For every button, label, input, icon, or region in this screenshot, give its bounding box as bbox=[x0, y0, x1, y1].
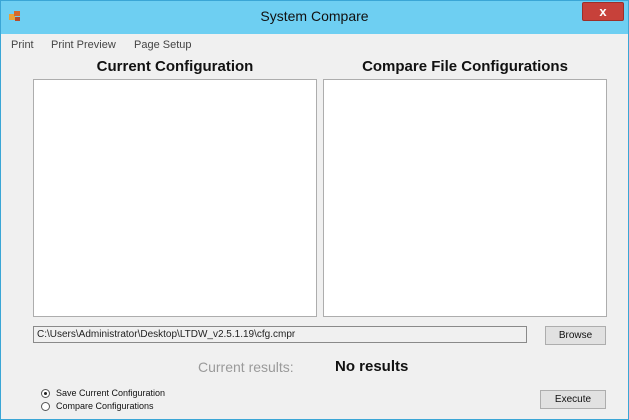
save-current-configuration-label: Save Current Configuration bbox=[56, 388, 166, 398]
close-button[interactable]: x bbox=[582, 2, 624, 21]
execute-button[interactable]: Execute bbox=[540, 390, 606, 409]
current-configuration-panel[interactable] bbox=[33, 79, 317, 317]
menu-item-print-preview[interactable]: Print Preview bbox=[51, 39, 116, 51]
menu-item-page-setup[interactable]: Page Setup bbox=[134, 39, 192, 51]
title-bar[interactable]: System Compare x bbox=[1, 1, 628, 34]
compare-configurations-label: Compare Configurations bbox=[56, 401, 154, 411]
current-configuration-title: Current Configuration bbox=[96, 58, 254, 75]
window-title: System Compare bbox=[260, 8, 369, 24]
file-path-field[interactable]: C:\Users\Administrator\Desktop\LTDW_v2.5… bbox=[33, 326, 527, 343]
compare-configurations-radio[interactable] bbox=[41, 402, 50, 411]
menu-bar: Print Print Preview Page Setup bbox=[1, 35, 628, 55]
save-current-configuration-radio[interactable] bbox=[41, 389, 50, 398]
compare-file-configurations-panel[interactable] bbox=[323, 79, 607, 317]
current-results-label: Current results: bbox=[198, 359, 294, 375]
close-icon: x bbox=[599, 4, 607, 19]
menu-item-print[interactable]: Print bbox=[11, 39, 34, 51]
browse-button[interactable]: Browse bbox=[545, 326, 606, 345]
compare-file-configurations-title: Compare File Configurations bbox=[362, 58, 568, 75]
system-compare-window: System Compare x Print Print Preview Pag… bbox=[0, 0, 629, 420]
current-results-value: No results bbox=[335, 358, 409, 375]
